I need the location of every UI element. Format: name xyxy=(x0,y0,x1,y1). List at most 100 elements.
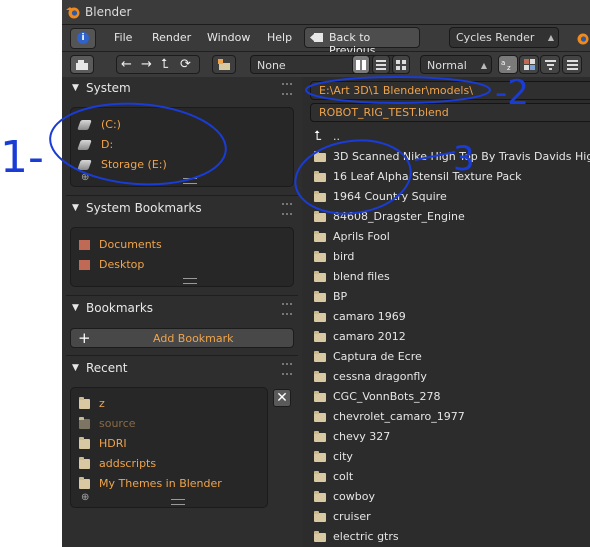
folder-icon xyxy=(314,291,326,302)
menu-file[interactable]: File xyxy=(114,31,132,44)
display-short-list-button[interactable] xyxy=(352,55,370,74)
collapse-triangle-icon: ▼ xyxy=(72,363,79,373)
render-engine-select[interactable]: Cycles Render ▲▼ xyxy=(449,27,559,61)
directory-path-field[interactable]: E:\Art 3D\1 Blender\models\ xyxy=(310,81,590,100)
recent-item-label: z xyxy=(99,397,105,410)
folder-icon xyxy=(314,311,326,322)
filter-select-value: None xyxy=(257,59,286,72)
folder-icon xyxy=(79,397,90,409)
file-row-label: cruiser xyxy=(333,510,371,523)
plus-icon: + xyxy=(78,329,91,347)
recent-item-label: addscripts xyxy=(99,457,157,470)
svg-text:z: z xyxy=(507,64,511,71)
folder-icon xyxy=(314,471,326,482)
drive-icon xyxy=(77,120,92,130)
panel-header-recent[interactable]: ▼ Recent xyxy=(66,358,298,380)
file-row-label: 16 Leaf Alpha Stensil Texture Pack xyxy=(333,170,522,183)
panel-header-bookmarks[interactable]: ▼ Bookmarks xyxy=(66,298,298,320)
sort-alpha-button[interactable]: a z xyxy=(498,55,518,74)
file-row-label: camaro 2012 xyxy=(333,330,406,343)
folder-icon xyxy=(314,351,326,362)
sort-extension-icon xyxy=(523,59,535,70)
refresh-icon[interactable]: ⟳ xyxy=(180,56,191,73)
add-bookmark-button[interactable]: + Add Bookmark xyxy=(70,328,294,348)
file-browser-icon xyxy=(76,60,88,70)
system-bookmark-label: Desktop xyxy=(99,258,145,271)
editor-type-button[interactable]: i xyxy=(70,28,96,49)
folder-icon xyxy=(314,451,326,462)
blender-logo-icon xyxy=(577,33,589,45)
file-row-label: 1964 Country Squire xyxy=(333,190,447,203)
back-arrow-icon[interactable]: ← xyxy=(121,56,132,73)
thumbnail-size-select[interactable]: Normal ▲▼ xyxy=(420,55,492,89)
drive-icon xyxy=(77,160,92,170)
drag-grip-icon[interactable] xyxy=(282,303,292,315)
sort-extension-button[interactable] xyxy=(519,55,539,74)
drag-grip-icon[interactable] xyxy=(282,83,292,95)
sort-size-button[interactable] xyxy=(562,55,582,74)
back-icon xyxy=(310,33,323,42)
sort-alpha-icon: a z xyxy=(501,59,511,72)
parent-directory-icon[interactable]: ⮤ xyxy=(161,56,169,73)
editor-type-button[interactable] xyxy=(70,55,94,74)
folder-icon xyxy=(79,457,90,469)
file-row-label: camaro 1969 xyxy=(333,310,406,323)
sort-time-icon xyxy=(544,60,556,70)
folder-icon xyxy=(314,271,326,282)
panel-header-system[interactable]: ▼ System xyxy=(66,78,298,100)
panel-title-system: System xyxy=(86,81,131,95)
system-bookmark-label: Documents xyxy=(99,238,162,251)
collapse-triangle-icon: ▼ xyxy=(72,83,79,93)
parent-directory-icon: ⮤ xyxy=(314,129,322,144)
display-long-list-button[interactable] xyxy=(372,55,390,74)
folder-icon xyxy=(79,477,90,489)
panel-header-system-bookmarks[interactable]: ▼ System Bookmarks xyxy=(66,198,298,220)
render-engine-value: Cycles Render xyxy=(456,31,535,44)
file-list-area: E:\Art 3D\1 Blender\models\ ROBOT_RIG_TE… xyxy=(302,77,590,547)
system-bookmarks-list: Documents Desktop xyxy=(70,227,294,287)
recent-list: z source HDRI addscripts My Themes in Bl… xyxy=(70,387,268,508)
folder-icon xyxy=(314,191,326,202)
folder-icon xyxy=(314,371,326,382)
file-row-label: CGC_VonnBots_278 xyxy=(333,390,441,403)
folder-icon xyxy=(79,437,90,449)
file-row-label: city xyxy=(333,450,353,463)
folder-icon xyxy=(314,491,326,502)
menu-render[interactable]: Render xyxy=(152,31,191,44)
folder-icon xyxy=(314,411,326,422)
display-thumbnails-button[interactable] xyxy=(392,55,410,74)
new-directory-button[interactable] xyxy=(212,55,236,74)
system-item-label: (C:) xyxy=(101,118,121,131)
folder-icon xyxy=(314,391,326,402)
filename-field[interactable]: ROBOT_RIG_TEST.blend xyxy=(310,103,590,122)
add-bookmark-label: Add Bookmark xyxy=(153,332,234,345)
new-folder-icon xyxy=(218,59,230,70)
menu-help[interactable]: Help xyxy=(267,31,292,44)
file-browser-toolbar: ← → ⮤ ⟳ None ▲▼ xyxy=(62,52,590,89)
back-to-previous-button[interactable]: Back to Previous xyxy=(304,27,420,57)
file-row-label: blend files xyxy=(333,270,390,283)
info-icon: i xyxy=(77,32,89,44)
file-row-label: electric gtrs xyxy=(333,530,399,543)
sort-size-icon xyxy=(566,60,578,70)
forward-arrow-icon[interactable]: → xyxy=(141,56,152,73)
add-item-icon[interactable]: ⊕ xyxy=(81,172,89,183)
svg-text:a: a xyxy=(501,59,505,67)
recent-item-label: source xyxy=(99,417,136,430)
add-item-icon[interactable]: ⊕ xyxy=(81,492,89,503)
sort-time-button[interactable] xyxy=(540,55,560,74)
drag-grip-icon[interactable] xyxy=(282,203,292,215)
list-resize-handle[interactable] xyxy=(183,178,197,184)
details-list-icon xyxy=(376,60,386,70)
folder-icon xyxy=(314,531,326,542)
bookmark-icon xyxy=(79,240,90,250)
panel-title-bookmarks: Bookmarks xyxy=(86,301,154,315)
list-resize-handle[interactable] xyxy=(183,278,197,284)
drag-grip-icon[interactable] xyxy=(282,363,292,375)
clear-recent-button[interactable]: ✕ xyxy=(273,389,291,407)
list-resize-handle[interactable] xyxy=(171,499,185,505)
menu-window[interactable]: Window xyxy=(207,31,250,44)
file-row-label: BP xyxy=(333,290,348,303)
system-item-label: D: xyxy=(101,138,114,151)
system-item-label: Storage (E:) xyxy=(101,158,167,171)
